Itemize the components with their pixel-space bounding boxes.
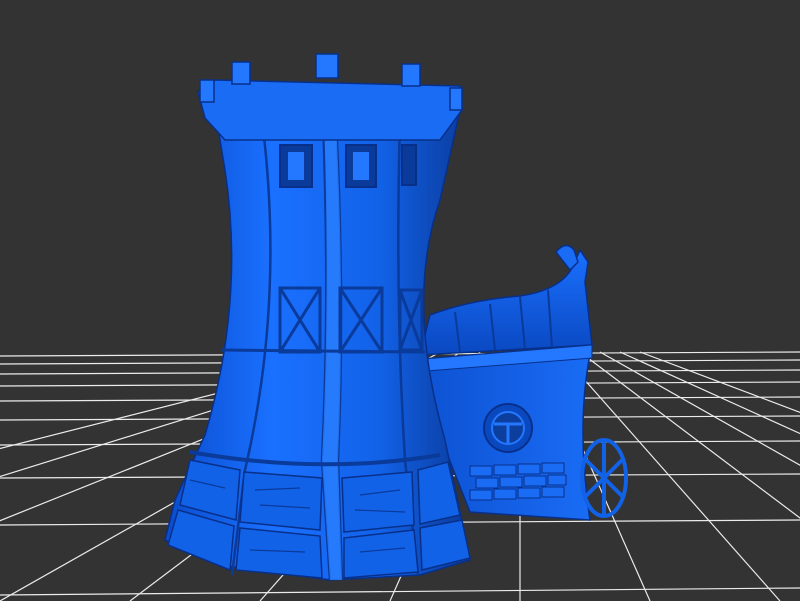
scene-canvas[interactable] [0,0,800,601]
round-window [483,403,533,453]
tower [164,53,471,581]
3d-viewport[interactable] [0,0,800,601]
cart-wheel [580,438,628,518]
